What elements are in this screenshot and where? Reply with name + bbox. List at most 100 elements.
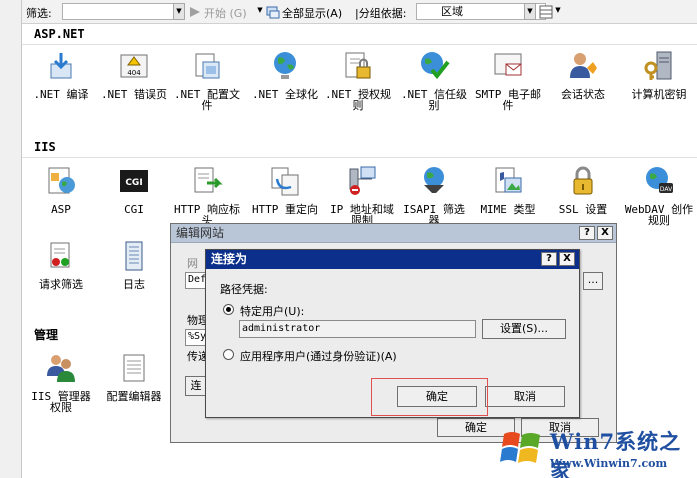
filter-input[interactable] bbox=[62, 3, 180, 20]
view-mode-dropdown-arrow[interactable]: ▼ bbox=[552, 3, 564, 20]
windows-logo-icon bbox=[500, 432, 540, 463]
webdav-icon: DAV bbox=[646, 167, 673, 193]
close-button[interactable]: X bbox=[597, 226, 613, 240]
feature-tile-net-profile[interactable]: .NET 配置文 件 bbox=[168, 50, 246, 111]
net-profile-icon bbox=[195, 53, 220, 79]
feature-tile-cgi[interactable]: CGI CGI bbox=[95, 165, 173, 215]
connect-as-button[interactable]: 连 bbox=[185, 376, 207, 396]
feature-tile-session-state[interactable]: 会话状态 bbox=[544, 50, 622, 100]
start-icon bbox=[190, 7, 200, 17]
physical-path-field[interactable]: %Sy bbox=[185, 329, 207, 346]
net-compilation-icon bbox=[50, 53, 72, 79]
machine-key-icon bbox=[644, 51, 672, 80]
feature-tile-net-globalization[interactable]: .NET 全球化 bbox=[246, 50, 324, 100]
filter-dropdown-button[interactable]: ▼ bbox=[173, 3, 185, 20]
session-state-icon bbox=[570, 53, 597, 78]
feature-tile-smtp-email[interactable]: SMTP 电子邮 件 bbox=[469, 50, 547, 111]
feature-tile-logging[interactable]: 日志 bbox=[95, 240, 173, 290]
feature-tile-isapi-filters[interactable]: ISAPI 筛选 器 bbox=[395, 165, 473, 226]
application-user-radio[interactable] bbox=[223, 349, 234, 360]
section-heading-aspnet: ASP.NET bbox=[34, 27, 85, 41]
start-dropdown-arrow[interactable]: ▼ bbox=[254, 3, 266, 20]
manager-permissions-icon bbox=[47, 355, 75, 382]
feature-tile-mime-types[interactable]: MIME 类型 bbox=[469, 165, 547, 215]
feature-tile-http-response-headers[interactable]: HTTP 响应标 头 bbox=[168, 165, 246, 226]
cgi-badge: CGI bbox=[125, 178, 142, 188]
group-by-label: |分组依据: bbox=[355, 7, 407, 20]
feature-tile-net-compilation[interactable]: .NET 编译 bbox=[22, 50, 100, 100]
connect-as-titlebar: 连接为 bbox=[206, 250, 579, 269]
feature-label: 请求筛选 bbox=[39, 278, 83, 291]
feature-label: .NET 错误页 bbox=[100, 88, 168, 101]
dialog-title: 连接为 bbox=[211, 252, 248, 266]
trust-level-icon bbox=[421, 52, 450, 80]
feature-label: .NET 编译 bbox=[33, 88, 89, 101]
section-divider bbox=[22, 157, 697, 158]
feature-label: SMTP 电子邮 件 bbox=[474, 88, 542, 112]
watermark-title: Win7系统之家 bbox=[550, 429, 682, 478]
feature-tile-configuration-editor[interactable]: 配置编辑器 bbox=[95, 352, 173, 402]
help-button[interactable]: ? bbox=[541, 252, 557, 266]
specific-user-label: 特定用户(U): bbox=[240, 305, 305, 318]
feature-label: 计算机密钥 bbox=[631, 88, 687, 101]
feature-tile-machine-key[interactable]: 计算机密钥 bbox=[620, 50, 697, 100]
feature-tile-net-trust-levels[interactable]: .NET 信任级 别 bbox=[395, 50, 473, 111]
help-button[interactable]: ? bbox=[579, 226, 595, 240]
mime-types-icon bbox=[495, 167, 522, 193]
section-divider bbox=[22, 44, 697, 45]
feature-label: CGI bbox=[124, 203, 144, 216]
view-mode-icon[interactable] bbox=[539, 5, 553, 19]
browse-button[interactable]: ... bbox=[583, 272, 603, 290]
configuration-editor-icon bbox=[123, 354, 145, 382]
specific-user-radio[interactable] bbox=[223, 304, 234, 315]
feature-tile-http-redirect[interactable]: HTTP 重定向 bbox=[246, 165, 324, 215]
feature-label: IIS 管理器 权限 bbox=[31, 390, 91, 414]
feature-label: .NET 配置文 件 bbox=[173, 88, 241, 112]
feature-tile-asp[interactable]: ASP bbox=[22, 165, 100, 215]
left-edge-panel bbox=[0, 0, 22, 478]
username-field[interactable]: administrator bbox=[239, 320, 476, 338]
show-all-button[interactable]: 全部显示(A) bbox=[282, 5, 342, 21]
error-page-icon: 404 bbox=[120, 54, 148, 78]
filter-label: 筛选: bbox=[26, 7, 52, 20]
section-heading-management: 管理 bbox=[34, 328, 59, 342]
start-button[interactable]: 开始 (G) bbox=[204, 5, 247, 21]
http-headers-icon bbox=[194, 167, 223, 193]
feature-label: ASP bbox=[51, 203, 71, 216]
site-name-field[interactable]: Def bbox=[185, 272, 207, 289]
features-toolbar: 筛选: ▼ 开始 (G) ▼ 全部显示(A) |分组依据: 区域 ▼ ▼ bbox=[22, 0, 697, 24]
feature-label: 配置编辑器 bbox=[106, 390, 162, 403]
feature-tile-ssl-settings[interactable]: SSL 设置 bbox=[544, 165, 622, 215]
edit-site-titlebar: 编辑网站 bbox=[171, 224, 616, 243]
feature-label: SSL 设置 bbox=[558, 203, 608, 216]
feature-label: .NET 授权规 则 bbox=[324, 88, 392, 112]
section-heading-iis: IIS bbox=[34, 140, 56, 154]
feature-tile-net-authorization[interactable]: .NET 授权规 则 bbox=[319, 50, 397, 111]
cgi-icon: CGI bbox=[120, 170, 148, 192]
site-name-label: 网 bbox=[187, 257, 198, 270]
application-user-label: 应用程序用户(通过身份验证)(A) bbox=[240, 350, 397, 363]
feature-label: HTTP 重定向 bbox=[251, 203, 319, 216]
feature-tile-ip-domain-restrictions[interactable]: IP 地址和域 限制 bbox=[323, 165, 401, 226]
feature-label: .NET 信任级 别 bbox=[400, 88, 468, 112]
authorization-lock-icon bbox=[345, 52, 371, 79]
smtp-email-icon bbox=[494, 53, 522, 76]
globe-icon bbox=[274, 52, 296, 79]
cancel-button[interactable]: 取消 bbox=[485, 386, 565, 407]
watermark: Win7系统之家 Www.Winwin7.com bbox=[498, 420, 697, 478]
feature-tile-webdav-authoring-rules[interactable]: DAV WebDAV 创作 规则 bbox=[620, 165, 697, 226]
group-by-dropdown-button[interactable]: ▼ bbox=[524, 3, 536, 20]
feature-tile-iis-manager-permissions[interactable]: IIS 管理器 权限 bbox=[22, 352, 100, 413]
http-redirect-icon bbox=[271, 167, 299, 196]
ok-button-highlight bbox=[371, 378, 488, 416]
set-credentials-button[interactable]: 设置(S)... bbox=[482, 319, 566, 339]
path-credentials-label: 路径凭据: bbox=[220, 283, 268, 296]
webdav-badge: DAV bbox=[660, 186, 673, 193]
feature-tile-net-error-pages[interactable]: 404 .NET 错误页 bbox=[95, 50, 173, 100]
feature-label: 日志 bbox=[123, 278, 145, 291]
close-button[interactable]: X bbox=[559, 252, 575, 266]
feature-tile-request-filtering[interactable]: 请求筛选 bbox=[22, 240, 100, 290]
ssl-lock-icon bbox=[573, 166, 593, 195]
error-page-badge: 404 bbox=[127, 69, 141, 77]
feature-label: 会话状态 bbox=[561, 88, 605, 101]
